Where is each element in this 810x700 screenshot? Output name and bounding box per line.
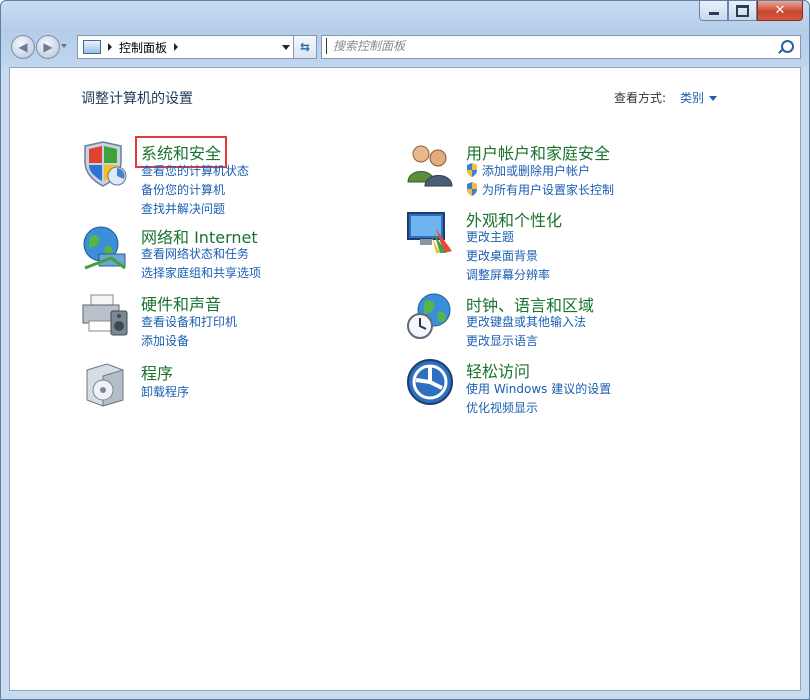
link-view-computer-status[interactable]: 查看您的计算机状态 [141,162,249,179]
back-arrow-icon: ◀ [18,40,28,54]
search-icon[interactable] [781,40,794,53]
navigation-bar: ◀ ▶ 控制面板 ⇆ [9,33,801,61]
content-pane: 调整计算机的设置 查看方式: 类别 系统和安全 查看您的计算机状态 备份您的计算… [9,67,801,691]
link-homegroup-sharing[interactable]: 选择家庭组和共享选项 [141,264,261,281]
link-change-background[interactable]: 更改桌面背景 [466,247,538,264]
programs-box-icon [86,363,124,407]
link-change-display-language[interactable]: 更改显示语言 [466,332,538,349]
uac-shield-icon [467,182,477,196]
refresh-icon: ⇆ [299,40,311,54]
close-button[interactable]: ✕ [757,1,803,21]
clock-globe-icon [407,293,451,339]
page-title: 调整计算机的设置 [81,91,193,107]
network-globe-icon [83,226,126,270]
link-adjust-resolution[interactable]: 调整屏幕分辨率 [466,266,550,283]
address-bar[interactable]: 控制面板 [77,35,295,59]
maximize-button[interactable] [728,1,757,21]
printer-speaker-icon [82,294,128,336]
breadcrumb-control-panel[interactable]: 控制面板 [119,39,167,56]
control-panel-icon [83,40,101,54]
ease-of-access-title[interactable]: 轻松访问 [466,358,530,382]
link-network-status[interactable]: 查看网络状态和任务 [141,245,249,262]
link-change-theme[interactable]: 更改主题 [466,228,514,245]
link-add-remove-accounts[interactable]: 添加或删除用户帐户 [466,162,590,179]
link-optimize-display[interactable]: 优化视频显示 [466,399,538,416]
link-add-device[interactable]: 添加设备 [141,332,189,349]
breadcrumb-separator-icon[interactable] [108,43,112,51]
refresh-button[interactable]: ⇆ [293,35,317,59]
recent-pages-dropdown[interactable] [61,44,67,48]
link-recommended-settings[interactable]: 使用 Windows 建议的设置 [466,380,611,397]
parental-controls-label[interactable]: 为所有用户设置家长控制 [482,183,614,197]
security-shield-icon [84,141,127,187]
hardware-sound-title[interactable]: 硬件和声音 [141,291,221,315]
control-panel-window: ✕ ◀ ▶ 控制面板 ⇆ 调整计算机的设置 查看方式: 类别 [0,0,810,700]
system-security-title[interactable]: 系统和安全 [141,140,221,164]
programs-title[interactable]: 程序 [141,360,173,384]
minimize-icon [708,12,719,15]
add-remove-accounts-label[interactable]: 添加或删除用户帐户 [482,164,590,178]
uac-shield-icon [467,163,477,177]
forward-arrow-icon: ▶ [43,40,53,54]
link-troubleshoot[interactable]: 查找并解决问题 [141,200,225,217]
link-backup-computer[interactable]: 备份您的计算机 [141,181,225,198]
caption-buttons: ✕ [699,1,803,23]
link-devices-printers[interactable]: 查看设备和打印机 [141,313,237,330]
chevron-down-icon[interactable] [709,96,718,101]
display-palette-icon [407,212,452,253]
back-button[interactable]: ◀ [11,35,35,59]
breadcrumb-chevron-icon[interactable] [174,43,179,51]
minimize-button[interactable] [699,1,728,21]
view-by-value[interactable]: 类别 [680,91,704,105]
link-change-keyboard[interactable]: 更改键盘或其他输入法 [466,313,586,330]
search-input[interactable] [326,38,753,54]
user-accounts-title[interactable]: 用户帐户和家庭安全 [466,140,610,164]
link-uninstall-program[interactable]: 卸载程序 [141,383,189,400]
ease-of-access-icon [407,359,453,405]
view-by-label: 查看方式: [614,91,667,105]
forward-button[interactable]: ▶ [36,35,60,59]
maximize-icon [736,4,749,17]
users-icon [407,145,453,187]
search-box[interactable] [321,35,801,59]
address-dropdown-icon[interactable] [282,45,290,50]
link-parental-controls[interactable]: 为所有用户设置家长控制 [466,181,614,198]
close-icon: ✕ [774,3,786,18]
view-by-dropdown[interactable]: 类别 [680,89,718,106]
